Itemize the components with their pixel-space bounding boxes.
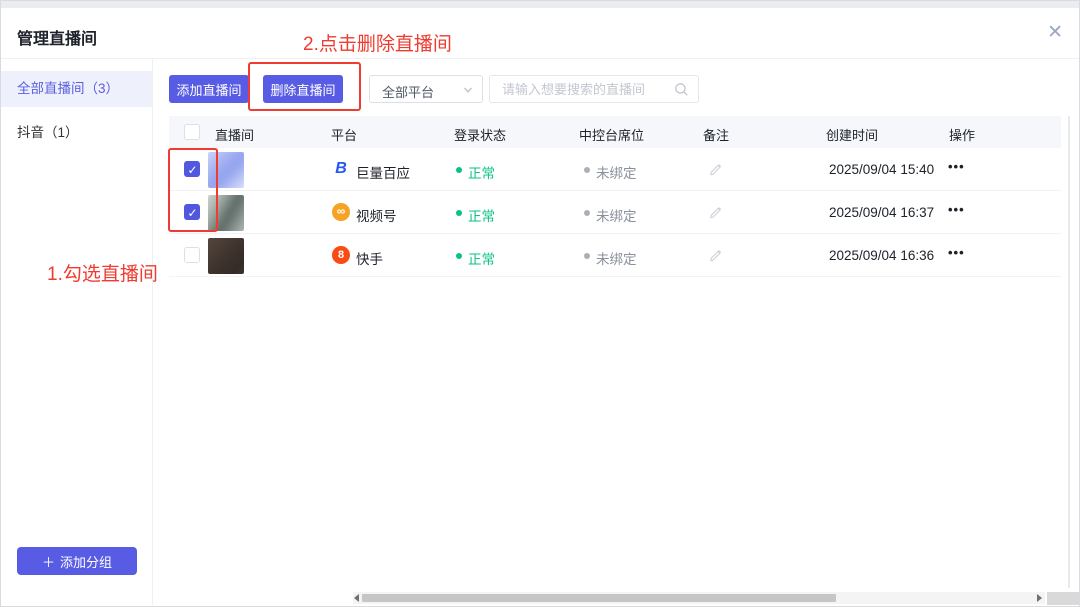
platform-filter-select[interactable]: 全部平台 (369, 75, 483, 103)
console-seat: 未绑定 (596, 205, 637, 225)
page-title: 管理直播间 (17, 25, 97, 49)
platform-name: 巨量百应 (356, 162, 410, 182)
created-time: 2025/09/04 15:40 (829, 162, 934, 177)
col-header-note: 备注 (703, 125, 729, 144)
table-row: 8 快手 正常 未绑定 2025/09/04 16:36 ••• (169, 234, 1061, 277)
col-header-actions: 操作 (949, 125, 975, 144)
juliang-baiying-icon: B (332, 160, 350, 178)
vertical-scrollbar[interactable] (1068, 116, 1070, 588)
more-actions-icon[interactable]: ••• (948, 202, 965, 217)
annotation-step1-text: 1.勾选直播间 (47, 259, 158, 286)
table-row: ∞ 视频号 正常 未绑定 2025/09/04 16:37 ••• (169, 191, 1061, 234)
created-time: 2025/09/04 16:36 (829, 248, 934, 263)
sidebar-item-douyin[interactable]: 抖音（1） (1, 115, 152, 151)
add-group-button[interactable]: ＋ 添加分组 (17, 547, 137, 575)
room-thumbnail (208, 238, 244, 274)
seat-dot (584, 210, 590, 216)
scroll-right-arrow-icon[interactable] (1037, 594, 1042, 602)
table-row: B 巨量百应 正常 未绑定 2025/09/04 15:40 ••• (169, 148, 1061, 191)
scroll-left-arrow-icon[interactable] (354, 594, 359, 602)
edit-note-icon[interactable] (709, 205, 723, 219)
kuaishou-icon: 8 (332, 246, 350, 264)
row-checkbox[interactable] (184, 161, 200, 177)
sidebar-item-all-rooms[interactable]: 全部直播间（3） (1, 71, 152, 107)
created-time: 2025/09/04 16:37 (829, 205, 934, 220)
console-seat: 未绑定 (596, 162, 637, 182)
sidebar: 全部直播间（3） 抖音（1） 1.勾选直播间 ＋ 添加分组 (1, 59, 153, 605)
row-checkbox[interactable] (184, 247, 200, 263)
more-actions-icon[interactable]: ••• (948, 245, 965, 260)
status-dot (456, 210, 462, 216)
room-thumbnail (208, 195, 244, 231)
search-input[interactable] (490, 76, 672, 102)
add-room-button[interactable]: 添加直播间 (169, 75, 249, 103)
seat-dot (584, 167, 590, 173)
platform-name: 快手 (356, 248, 383, 268)
chevron-down-icon (463, 85, 473, 95)
horizontal-scrollbar-track[interactable] (353, 592, 1045, 604)
login-status: 正常 (468, 162, 495, 182)
search-box (489, 75, 699, 103)
col-header-created: 创建时间 (826, 125, 878, 144)
console-seat: 未绑定 (596, 248, 637, 268)
annotation-step2-text: 2.点击删除直播间 (303, 29, 452, 56)
edit-note-icon[interactable] (709, 162, 723, 176)
row-checkbox[interactable] (184, 204, 200, 220)
select-all-checkbox[interactable] (184, 124, 200, 140)
col-header-room: 直播间 (215, 125, 254, 144)
login-status: 正常 (468, 205, 495, 225)
backdrop-strip (1, 1, 1080, 8)
platform-name: 视频号 (356, 205, 397, 225)
table-header: 直播间 平台 登录状态 中控台席位 备注 创建时间 操作 (169, 116, 1061, 148)
login-status: 正常 (468, 248, 495, 268)
search-icon (674, 82, 689, 97)
more-actions-icon[interactable]: ••• (948, 159, 965, 174)
platform-filter-value: 全部平台 (382, 82, 434, 101)
add-group-label: 添加分组 (60, 552, 112, 571)
col-header-platform: 平台 (331, 125, 357, 144)
room-thumbnail (208, 152, 244, 188)
status-dot (456, 167, 462, 173)
plus-icon: ＋ (42, 552, 55, 571)
status-dot (456, 253, 462, 259)
col-header-console-seat: 中控台席位 (579, 125, 644, 144)
seat-dot (584, 253, 590, 259)
horizontal-scrollbar-thumb[interactable] (362, 594, 836, 602)
scrollbar-corner (1047, 592, 1079, 605)
edit-note-icon[interactable] (709, 248, 723, 262)
delete-room-button[interactable]: 删除直播间 (263, 75, 343, 103)
col-header-login-status: 登录状态 (454, 125, 506, 144)
modal-header: 管理直播间 ✕ (1, 8, 1080, 59)
manage-live-rooms-modal: 管理直播间 ✕ 全部直播间（3） 抖音（1） 1.勾选直播间 ＋ 添加分组 添加… (0, 0, 1080, 607)
wechat-channels-icon: ∞ (332, 203, 350, 221)
close-icon[interactable]: ✕ (1047, 22, 1063, 44)
